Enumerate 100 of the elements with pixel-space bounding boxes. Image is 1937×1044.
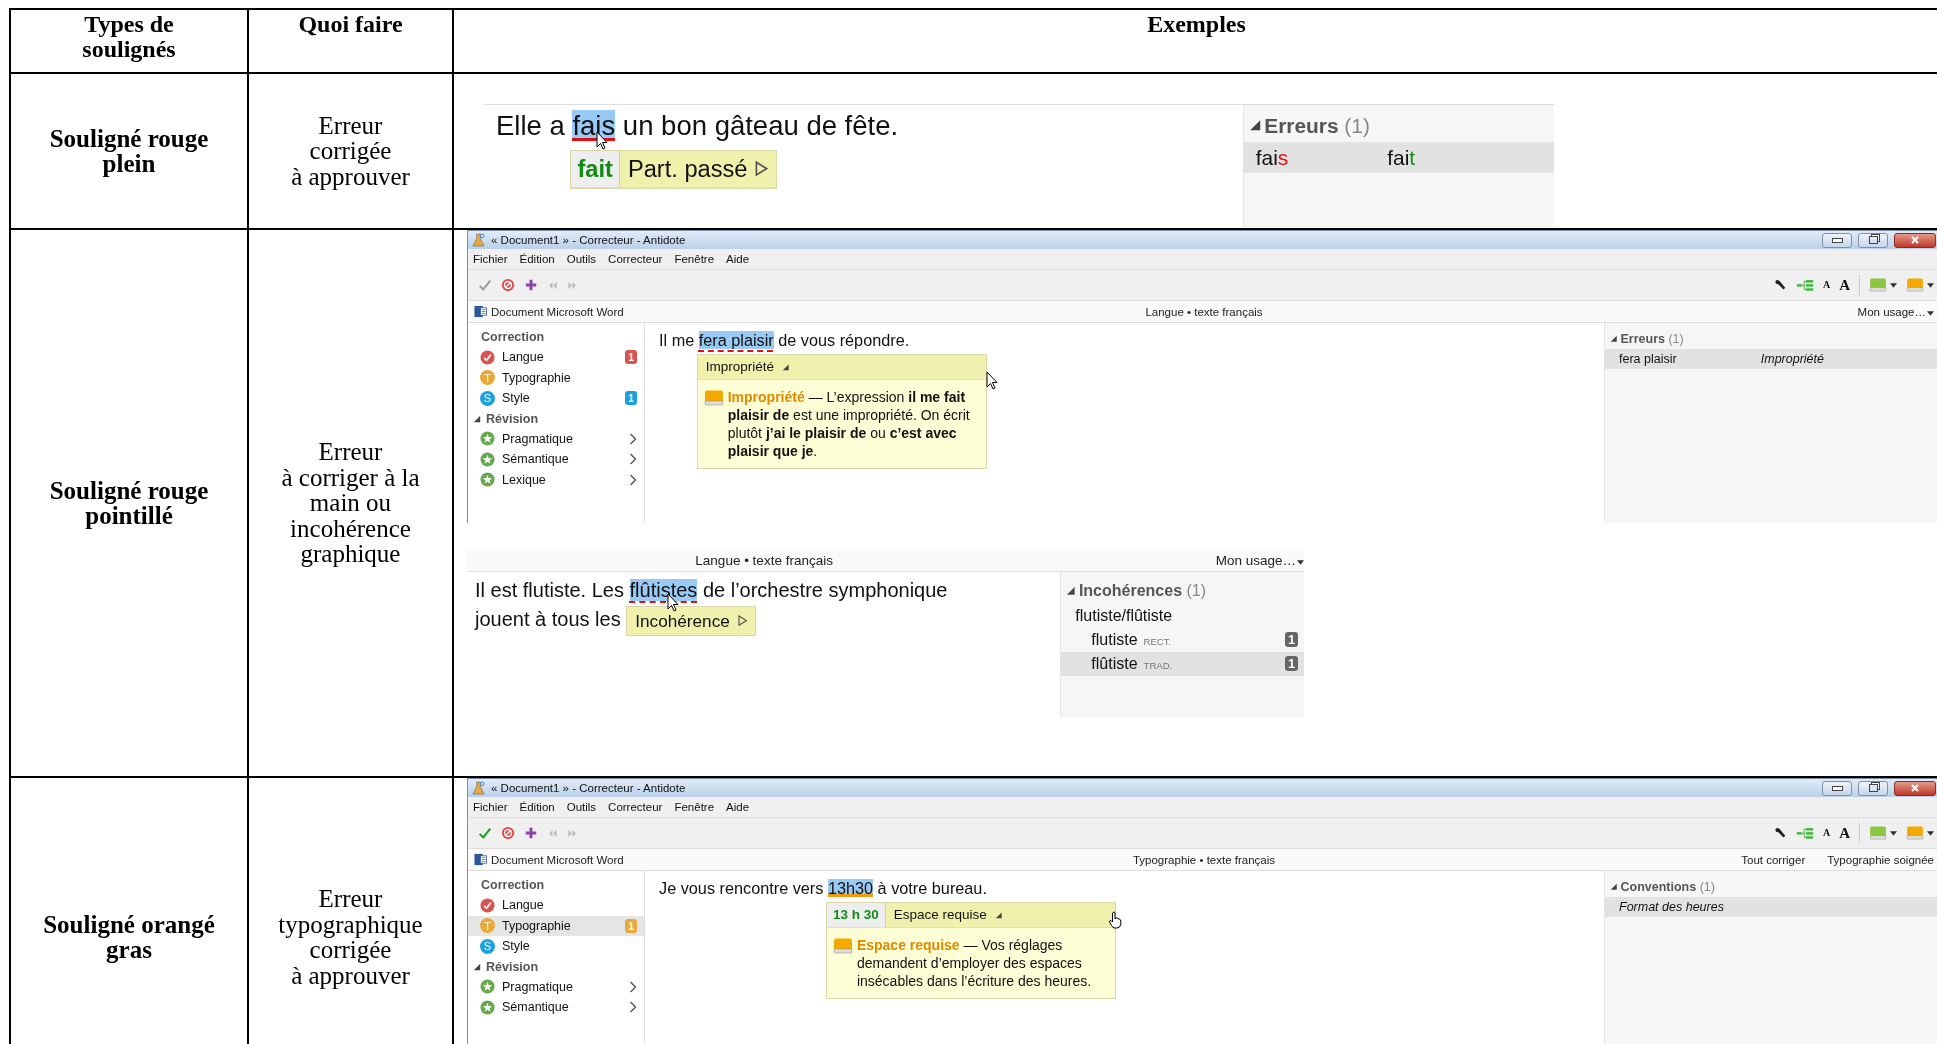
sidebar-item[interactable]: Pragmatique <box>468 976 644 997</box>
triangle-icon[interactable] <box>473 962 481 971</box>
result-row[interactable]: flutiste RECT. 1 <box>1061 627 1304 652</box>
restore-button[interactable] <box>1858 232 1888 248</box>
editor-text: jouent à tous les <box>475 608 622 630</box>
section-header: Correction <box>480 330 545 344</box>
section-header: Révision <box>485 411 539 426</box>
sidebar-item[interactable]: Lexique <box>468 469 644 490</box>
menu-item[interactable]: Édition <box>519 801 555 813</box>
font-size-button[interactable]: A <box>1822 828 1831 838</box>
table-cell: Erreur à corriger à la main ou incohérence graphique <box>281 439 420 567</box>
close-button[interactable] <box>1894 780 1936 796</box>
variant-word: flutiste <box>1091 630 1138 649</box>
sidebar-item[interactable]: S Style 1 <box>468 388 644 409</box>
caret-icon[interactable] <box>1890 282 1897 288</box>
wrench-icon[interactable] <box>1772 278 1787 292</box>
suggestion-button[interactable]: 13 h 30 <box>826 903 886 927</box>
sidebar-item[interactable]: Sémantique <box>468 997 644 1018</box>
restore-button[interactable] <box>1858 780 1888 796</box>
caret-icon[interactable] <box>1890 830 1897 836</box>
flagged-word[interactable]: fais <box>572 110 616 141</box>
toolbar-link[interactable]: Typographie soignée <box>1827 853 1934 866</box>
chevron-icon <box>629 432 637 445</box>
menu-item[interactable]: Fichier <box>473 801 508 813</box>
document-name: Document Microsoft Word <box>491 853 624 866</box>
font-size-button[interactable]: A <box>1822 280 1831 290</box>
result-row[interactable]: flutiste/flûtiste <box>1061 603 1304 628</box>
error-type-button[interactable]: Part. passé <box>619 150 777 188</box>
triangle-icon[interactable] <box>1610 335 1618 343</box>
menu-item[interactable]: Correcteur <box>608 801 663 813</box>
hand-pointer-icon <box>1107 911 1122 930</box>
caret-icon[interactable] <box>1927 311 1934 316</box>
row-header: Souligné orangé gras <box>42 912 216 962</box>
editor-text: un bon gâteau de fête. <box>621 110 899 141</box>
toolbar-link[interactable]: Mon usage… <box>1215 553 1296 568</box>
checkmark-icon[interactable] <box>478 826 492 840</box>
window-title: « Document1 » - Correcteur - Antidote <box>491 234 686 246</box>
plus-icon[interactable] <box>524 278 538 292</box>
flagged-expression: fera plaisir <box>1619 352 1678 366</box>
menu-item[interactable]: Fichier <box>473 253 508 265</box>
result-row[interactable]: flûtiste TRAD. 1 <box>1061 651 1304 676</box>
sidebar-item[interactable]: Sémantique <box>468 449 644 470</box>
menu-item[interactable]: Correcteur <box>608 253 663 265</box>
sidebar-item[interactable]: T Typographie <box>468 367 644 388</box>
section-header: Correction <box>480 878 545 892</box>
menu-item[interactable]: Outils <box>566 801 597 813</box>
font-size-button[interactable]: A <box>1839 277 1850 293</box>
triangle-icon[interactable] <box>1248 119 1262 132</box>
sidebar-item[interactable]: Langue 1 <box>468 347 644 368</box>
document-name: Document Microsoft Word <box>491 305 624 318</box>
menu-item[interactable]: Outils <box>566 253 597 265</box>
result-row[interactable]: fera plaisir Impropriété <box>1605 349 1937 369</box>
result-row[interactable]: fais fait <box>1243 142 1554 173</box>
error-type-button[interactable]: Espace requise <box>885 903 1011 927</box>
sidebar-item[interactable]: S Style <box>468 936 644 957</box>
sidebar-item[interactable]: T Typographie 1 <box>468 915 644 936</box>
minimize-button[interactable] <box>1822 780 1852 796</box>
caret-icon[interactable] <box>1927 282 1934 288</box>
sidebar-item[interactable]: Pragmatique <box>468 428 644 449</box>
caret-icon[interactable] <box>1297 560 1304 565</box>
context-label: Langue • texte français <box>695 553 833 568</box>
toolbar-link[interactable]: Mon usage… <box>1857 305 1926 318</box>
menu-item[interactable]: Fenêtre <box>674 253 715 265</box>
menu-item[interactable]: Fenêtre <box>674 801 715 813</box>
flagged-word[interactable]: flûtistes <box>629 579 698 601</box>
suggestion-button[interactable]: fait <box>571 150 620 188</box>
sidebar-item[interactable]: Langue <box>468 895 644 916</box>
plus-icon[interactable] <box>524 826 538 840</box>
checkmark-icon[interactable] <box>478 278 492 292</box>
font-size-button[interactable]: A <box>1839 825 1850 841</box>
editor-text: Il est flutiste. Les <box>475 579 625 601</box>
menu-item[interactable]: Édition <box>519 253 555 265</box>
convention-label: Format des heures <box>1619 900 1724 914</box>
triangle-icon[interactable] <box>473 414 481 423</box>
error-type-button[interactable]: Incohérence <box>627 606 756 635</box>
close-button[interactable] <box>1894 232 1936 248</box>
corrected-word: fait <box>1387 145 1416 170</box>
context-label: Langue • texte français <box>1145 305 1263 318</box>
toolbar-link[interactable]: Tout corriger <box>1741 853 1806 866</box>
flask-icon <box>472 780 485 796</box>
flagged-word[interactable]: 13h30 <box>827 879 874 897</box>
triangle-icon[interactable] <box>1066 586 1076 596</box>
wrench-icon[interactable] <box>1772 826 1787 840</box>
menu-item[interactable]: Aide <box>726 801 750 813</box>
minimize-button[interactable] <box>1822 232 1852 248</box>
flagged-word[interactable]: fera plaisir <box>698 331 774 349</box>
result-row[interactable]: Format des heures <box>1605 897 1937 917</box>
window-title: « Document1 » - Correcteur - Antidote <box>491 782 686 794</box>
stop-icon[interactable] <box>501 278 515 292</box>
column-header: Types de soulignés <box>81 12 177 62</box>
editor-text: Je vous rencontre vers <box>659 879 825 897</box>
triangle-icon[interactable] <box>1610 883 1618 891</box>
caret-icon[interactable] <box>1927 830 1934 836</box>
menu-item[interactable]: Aide <box>726 253 750 265</box>
letter-icon: T <box>480 370 495 386</box>
letter-icon: T <box>480 918 495 934</box>
row-header: Souligné rouge pointillé <box>48 478 210 528</box>
chevron-icon <box>629 473 637 486</box>
stop-icon[interactable] <box>501 826 515 840</box>
flask-icon <box>472 232 485 248</box>
